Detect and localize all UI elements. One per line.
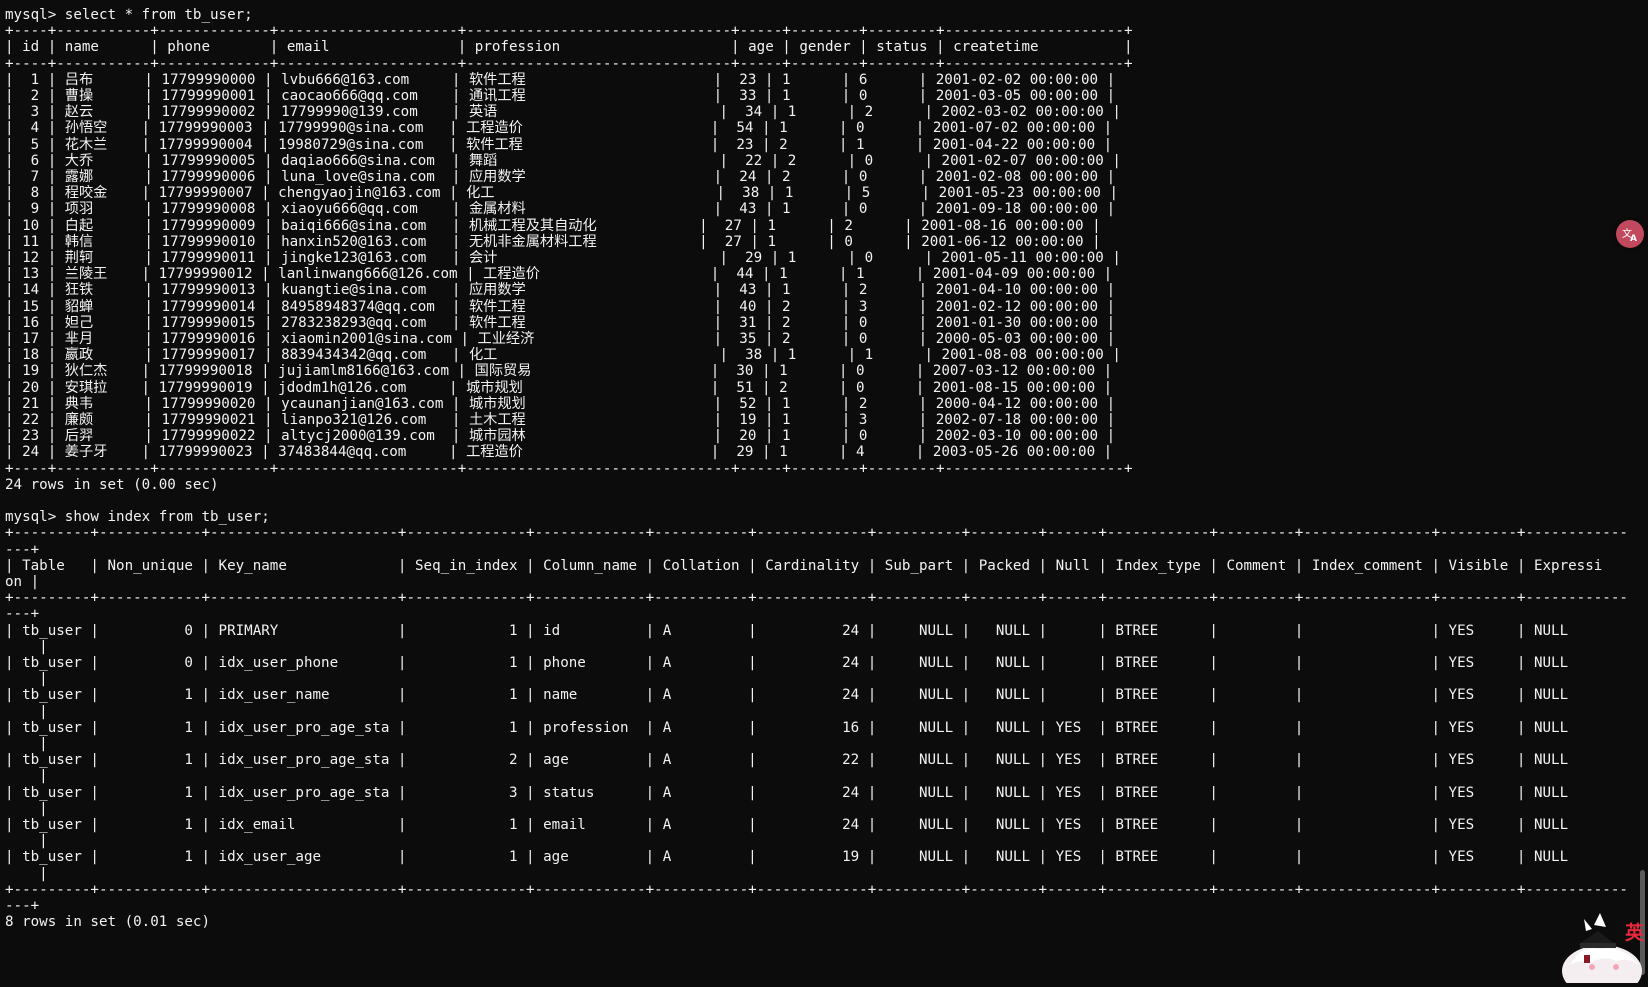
terminal-line: | 7 | 露娜 | 17799990006 | luna_love@sina.… bbox=[5, 169, 1116, 185]
mascot-icon bbox=[1562, 913, 1642, 987]
terminal-line: | bbox=[5, 865, 48, 882]
terminal-line: mysql> select * from tb_user; bbox=[5, 7, 253, 23]
terminal-line: | id | name | phone | email | profession… bbox=[5, 39, 1133, 56]
terminal-line: | 18 | 嬴政 | 17799990017 | 8839434342@qq.… bbox=[5, 347, 1121, 364]
terminal-line: | 23 | 后羿 | 17799990022 | altycj2000@139… bbox=[5, 428, 1116, 445]
terminal-line: | 8 | 程咬金 | 17799990007 | chengyaojin@16… bbox=[5, 185, 1119, 202]
terminal-line: ---+ bbox=[5, 898, 40, 914]
terminal-line: | 17 | 芈月 | 17799990016 | xiaomin2001@si… bbox=[5, 331, 1116, 347]
terminal-line: | tb_user | 1 | idx_user_name | 1 | name… bbox=[5, 687, 1569, 704]
terminal-line: | bbox=[5, 703, 48, 720]
terminal-line: | tb_user | 0 | idx_user_phone | 1 | pho… bbox=[5, 655, 1569, 671]
terminal-line: | bbox=[5, 671, 48, 688]
terminal-line: +----+-----------+-------------+--------… bbox=[5, 23, 1133, 40]
svg-text:A: A bbox=[1630, 234, 1637, 243]
terminal-line: | 13 | 兰陵王 | 17799990012 | lanlinwang666… bbox=[5, 266, 1113, 283]
terminal-line: | 3 | 赵云 | 17799990002 | 17799990@139.co… bbox=[5, 104, 1121, 121]
terminal-line: | 10 | 白起 | 17799990009 | baiqi666@sina.… bbox=[5, 217, 1101, 234]
terminal-line: | 19 | 狄仁杰 | 17799990018 | jujiamlm8166@… bbox=[5, 363, 1113, 380]
terminal-line: | 6 | 大乔 | 17799990005 | daqiao666@sina.… bbox=[5, 152, 1121, 169]
terminal-window[interactable]: mysql> select * from tb_user; +----+-----… bbox=[0, 0, 1648, 983]
terminal-line: | bbox=[5, 638, 48, 655]
terminal-line: | 16 | 妲己 | 17799990015 | 2783238293@qq.… bbox=[5, 314, 1116, 331]
terminal-line: | tb_user | 0 | PRIMARY | 1 | id | A | 2… bbox=[5, 622, 1569, 639]
terminal-line: +----+-----------+-------------+--------… bbox=[5, 460, 1133, 477]
terminal-line: +---------+------------+----------------… bbox=[5, 525, 1628, 542]
terminal-line: | 2 | 曹操 | 17799990001 | caocao666@qq.co… bbox=[5, 88, 1116, 104]
terminal-line: | 1 | 吕布 | 17799990000 | lvbu666@163.com… bbox=[5, 71, 1116, 88]
terminal-line: on | bbox=[5, 574, 40, 590]
terminal-line: 24 rows in set (0.00 sec) bbox=[5, 476, 219, 493]
vertical-scrollbar[interactable] bbox=[1636, 0, 1648, 983]
terminal-line: | 4 | 孙悟空 | 17799990003 | 17799990@sina.… bbox=[5, 120, 1113, 137]
terminal-line: | tb_user | 1 | idx_email | 1 | email | … bbox=[5, 817, 1569, 833]
terminal-line: | bbox=[5, 768, 48, 785]
terminal-line: +----+-----------+-------------+--------… bbox=[5, 55, 1133, 72]
terminal-line: | 9 | 项羽 | 17799990008 | xiaoyu666@qq.co… bbox=[5, 201, 1116, 218]
terminal-line: | tb_user | 1 | idx_user_pro_age_sta | 3… bbox=[5, 784, 1569, 801]
translate-button[interactable]: 文 A bbox=[1616, 220, 1644, 248]
terminal-line: | 20 | 安琪拉 | 17799990019 | jdodm1h@126.c… bbox=[5, 379, 1113, 396]
terminal-line: | tb_user | 1 | idx_user_pro_age_sta | 1… bbox=[5, 719, 1569, 736]
translate-icon: 文 A bbox=[1622, 227, 1637, 243]
terminal-line: | 12 | 荆轲 | 17799990011 | jingke123@163.… bbox=[5, 250, 1121, 266]
terminal-line: +---------+------------+----------------… bbox=[5, 590, 1628, 607]
terminal-line: | 14 | 狂铁 | 17799990013 | kuangtie@sina.… bbox=[5, 282, 1116, 299]
terminal-line: | 22 | 廉颇 | 17799990021 | lianpo321@126.… bbox=[5, 412, 1116, 428]
terminal-line: | bbox=[5, 736, 48, 752]
terminal-line: 8 rows in set (0.01 sec) bbox=[5, 914, 210, 931]
terminal-line: ---+ bbox=[5, 606, 40, 623]
ime-mascot[interactable] bbox=[1520, 905, 1648, 987]
terminal-line: | 21 | 典韦 | 17799990020 | ycaunanjian@16… bbox=[5, 395, 1116, 412]
terminal-line: | 24 | 姜子牙 | 17799990023 | 37483844@qq.c… bbox=[5, 444, 1113, 461]
terminal-line: | 11 | 韩信 | 17799990010 | hanxin520@163.… bbox=[5, 233, 1101, 250]
terminal-line: | bbox=[5, 833, 48, 850]
terminal-line: +---------+------------+----------------… bbox=[5, 881, 1628, 898]
terminal-line: mysql> show index from tb_user; bbox=[5, 509, 270, 526]
terminal-line: | 15 | 貂蝉 | 17799990014 | 84958948374@qq… bbox=[5, 298, 1116, 315]
terminal-line: | tb_user | 1 | idx_user_age | 1 | age |… bbox=[5, 849, 1569, 866]
terminal-line: | tb_user | 1 | idx_user_pro_age_sta | 2… bbox=[5, 752, 1569, 769]
terminal-line: | bbox=[5, 800, 48, 817]
terminal-line: ---+ bbox=[5, 541, 40, 558]
terminal-line: | Table | Non_unique | Key_name | Seq_in… bbox=[5, 557, 1603, 574]
terminal-line: | 5 | 花木兰 | 17799990004 | 19980729@sina.… bbox=[5, 136, 1113, 153]
ime-language-indicator[interactable]: 英 bbox=[1625, 922, 1644, 944]
